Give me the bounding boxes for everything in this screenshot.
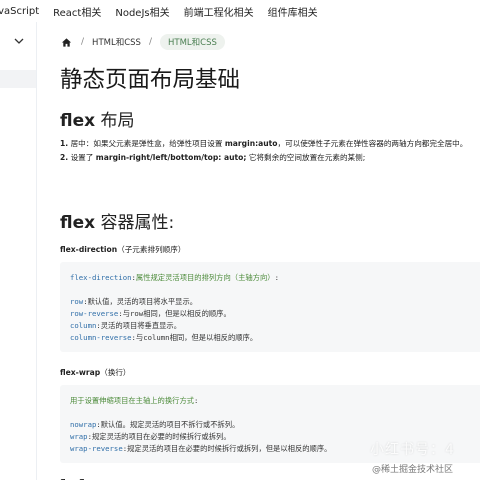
main-content: / HTML和CSS / HTML和CSS 静态页面布局基础 flex 布局 1… bbox=[37, 22, 480, 480]
code-line: 用于设置伸缩项目在主轴上的换行方式: bbox=[70, 395, 480, 407]
breadcrumb-item[interactable]: HTML和CSS bbox=[92, 36, 141, 48]
nav-item-react[interactable]: React相关 bbox=[53, 4, 101, 19]
label-cjk: （子元素排列顺序） bbox=[117, 245, 186, 254]
code-token: wrap-reverse bbox=[70, 444, 123, 453]
breadcrumb-separator-icon: / bbox=[148, 37, 152, 47]
code-line: flex-direction:属性规定灵活项目的排列方向（主轴方向）: bbox=[70, 272, 480, 284]
sidebar-active-item[interactable] bbox=[0, 70, 36, 88]
code-token: column-reverse bbox=[70, 333, 132, 342]
list-item: 1. 居中：如果父元素是弹性盒，给弹性项目设置 margin:auto，可以使弹… bbox=[60, 137, 467, 151]
code-token: :与column相同，但是以相反的顺序。 bbox=[131, 333, 258, 342]
list-item: 2. 设置了 margin-right/left/bottom/top: aut… bbox=[60, 151, 467, 165]
breadcrumb-current: HTML和CSS bbox=[159, 34, 225, 50]
list-code: margin-right/left/bottom/top: auto; bbox=[95, 153, 247, 162]
heading-cjk: 布局 bbox=[95, 111, 135, 131]
section-heading-flex: flex 布局 bbox=[60, 106, 135, 131]
nav-item-javascript[interactable]: JavaScript bbox=[0, 6, 39, 17]
heading-en: flex bbox=[60, 111, 96, 131]
home-icon[interactable] bbox=[61, 36, 73, 48]
watermark-xiaohongshu: 小红书号：4 bbox=[370, 442, 455, 458]
label-cjk: （换行） bbox=[100, 368, 131, 377]
label-en: flex-direction bbox=[60, 245, 118, 254]
heading-cjk: 容器属性: bbox=[95, 213, 175, 233]
list-code: margin:auto bbox=[224, 139, 278, 148]
top-nav: JavaScript React相关 NodeJs相关 前端工程化相关 组件库相… bbox=[0, 0, 480, 22]
code-token: column bbox=[70, 321, 97, 330]
code-token: :默认值，灵活的项目将水平显示。 bbox=[83, 297, 198, 306]
chevron-down-icon[interactable] bbox=[12, 34, 26, 48]
code-token: :灵活的项目将垂直显示。 bbox=[96, 321, 182, 330]
code-token: row-reverse bbox=[70, 309, 119, 318]
page-title: 静态页面布局基础 bbox=[60, 67, 241, 93]
heading-en: flex bbox=[60, 213, 96, 233]
code-token: :规定灵活的项目在必要的时候拆行或拆列。 bbox=[87, 432, 231, 441]
breadcrumb: / HTML和CSS / HTML和CSS bbox=[61, 34, 225, 50]
code-token: :规定灵活的项目在必要的时候拆行或拆列，但是以相反的顺序。 bbox=[122, 444, 332, 453]
code-token: : bbox=[274, 273, 279, 282]
code-token: :与row相同，但是以相反的顺序。 bbox=[118, 309, 231, 318]
code-line: nowrap:默认值。规定灵活的项目不拆行或不拆列。 bbox=[70, 419, 480, 431]
code-token: row bbox=[70, 297, 84, 306]
code-token: 属性规定灵活项目的排列方向（主轴方向） bbox=[135, 273, 275, 282]
code-token: :默认值。规定灵活的项目不拆行或不拆列。 bbox=[96, 420, 240, 429]
breadcrumb-separator-icon: / bbox=[81, 37, 85, 47]
section-heading-props: flex 容器属性: bbox=[60, 208, 174, 233]
nav-item-nodejs[interactable]: NodeJs相关 bbox=[115, 4, 169, 19]
list-num: 2. bbox=[60, 153, 69, 162]
list-text: 它将剩余的空间放置在元素的某侧; bbox=[246, 153, 366, 162]
label-en: flex-wrap bbox=[60, 368, 101, 377]
code-token: : bbox=[194, 396, 199, 405]
sidebar bbox=[0, 22, 37, 480]
nav-item-engineering[interactable]: 前端工程化相关 bbox=[184, 4, 254, 19]
nav-item-component-lib[interactable]: 组件库相关 bbox=[268, 4, 318, 19]
code-line: row-reverse:与row相同，但是以相反的顺序。 bbox=[70, 308, 480, 320]
code-line: column-reverse:与column相同，但是以相反的顺序。 bbox=[70, 332, 480, 344]
list-text: ，可以使弹性子元素在弹性容器的两轴方向都完全居中。 bbox=[277, 139, 468, 148]
flex-direction-code-block: flex-direction:属性规定灵活项目的排列方向（主轴方向）: row:… bbox=[60, 262, 480, 352]
flex-direction-label: flex-direction（子元素排列顺序） bbox=[60, 244, 185, 255]
flex-tips-list: 1. 居中：如果父元素是弹性盒，给弹性项目设置 margin:auto，可以使弹… bbox=[60, 137, 467, 165]
list-text: 设置了 bbox=[68, 153, 96, 162]
watermark-juejin: @稀土掘金技术社区 bbox=[372, 465, 454, 475]
code-token: 用于设置伸缩项目在主轴上的换行方式 bbox=[70, 396, 195, 405]
code-token: nowrap bbox=[70, 420, 97, 429]
list-num: 1. bbox=[60, 139, 69, 148]
code-line: row:默认值，灵活的项目将水平显示。 bbox=[70, 296, 480, 308]
code-token: wrap bbox=[70, 432, 88, 441]
list-text: 居中：如果父元素是弹性盒，给弹性项目设置 bbox=[68, 139, 225, 148]
code-token: flex-direction bbox=[70, 273, 132, 282]
flex-wrap-label: flex-wrap（换行） bbox=[60, 367, 131, 378]
code-line: column:灵活的项目将垂直显示。 bbox=[70, 320, 480, 332]
